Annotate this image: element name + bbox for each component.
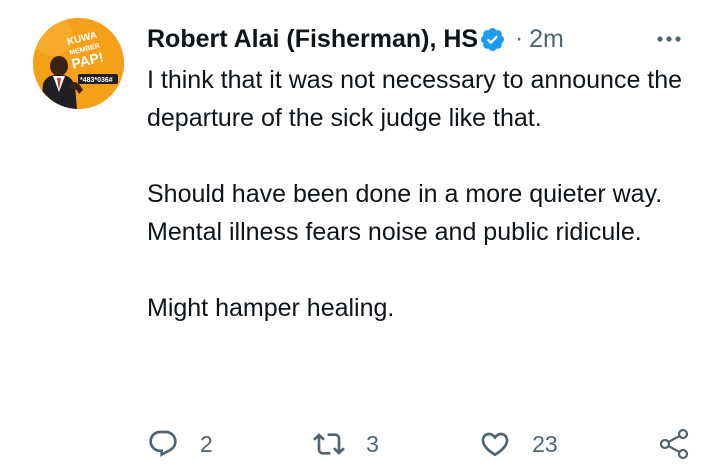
retweet-button[interactable]: 3 xyxy=(313,428,379,460)
tweet-header: Robert Alai (Fisherman), HS · 2m xyxy=(147,20,690,58)
like-button[interactable]: 23 xyxy=(479,428,558,460)
tweet-text: I think that it was not necessary to ann… xyxy=(147,61,692,327)
retweet-icon xyxy=(313,433,345,455)
avatar-image: KUWA MEMBER PAP! *483*036# xyxy=(33,18,124,109)
like-count: 23 xyxy=(532,430,558,457)
avatar-text-code: *483*036# xyxy=(80,77,113,84)
avatar[interactable]: KUWA MEMBER PAP! *483*036# xyxy=(33,18,124,109)
action-bar: 2 3 23 xyxy=(147,425,690,463)
more-button[interactable] xyxy=(654,26,684,52)
share-icon xyxy=(659,428,689,460)
reply-icon xyxy=(149,430,177,457)
retweet-count: 3 xyxy=(366,430,379,457)
reply-count: 2 xyxy=(200,430,213,457)
share-button[interactable] xyxy=(658,428,690,460)
reply-button[interactable]: 2 xyxy=(147,428,213,460)
like-icon xyxy=(481,432,509,457)
tweet-paragraph: Should have been done in a more quieter … xyxy=(147,180,663,246)
tweet-paragraph: I think that it was not necessary to ann… xyxy=(147,66,683,132)
tweet-paragraph: Might hamper healing. xyxy=(147,294,395,322)
author-name[interactable]: Robert Alai (Fisherman), HS xyxy=(147,25,478,54)
verified-badge-icon xyxy=(481,27,505,51)
separator-dot: · xyxy=(515,25,524,52)
more-icon xyxy=(657,36,681,42)
timestamp[interactable]: 2m xyxy=(529,25,564,54)
